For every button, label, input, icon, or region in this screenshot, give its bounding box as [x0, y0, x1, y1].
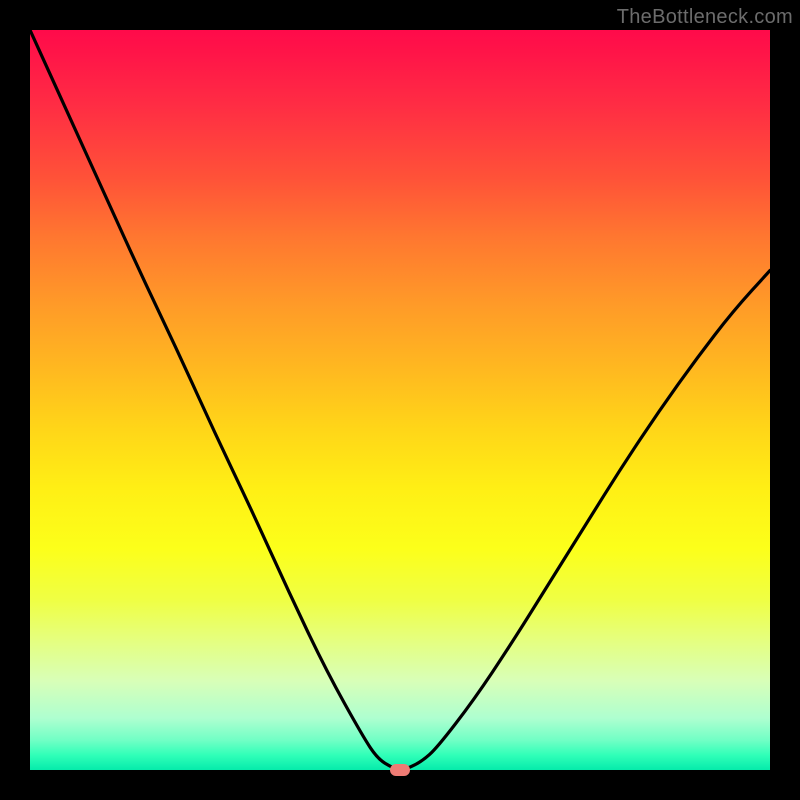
attribution-label: TheBottleneck.com: [617, 6, 793, 29]
bottleneck-curve: [30, 30, 770, 770]
chart-container: TheBottleneck.com: [0, 0, 800, 800]
minimum-marker-icon: [390, 764, 410, 776]
